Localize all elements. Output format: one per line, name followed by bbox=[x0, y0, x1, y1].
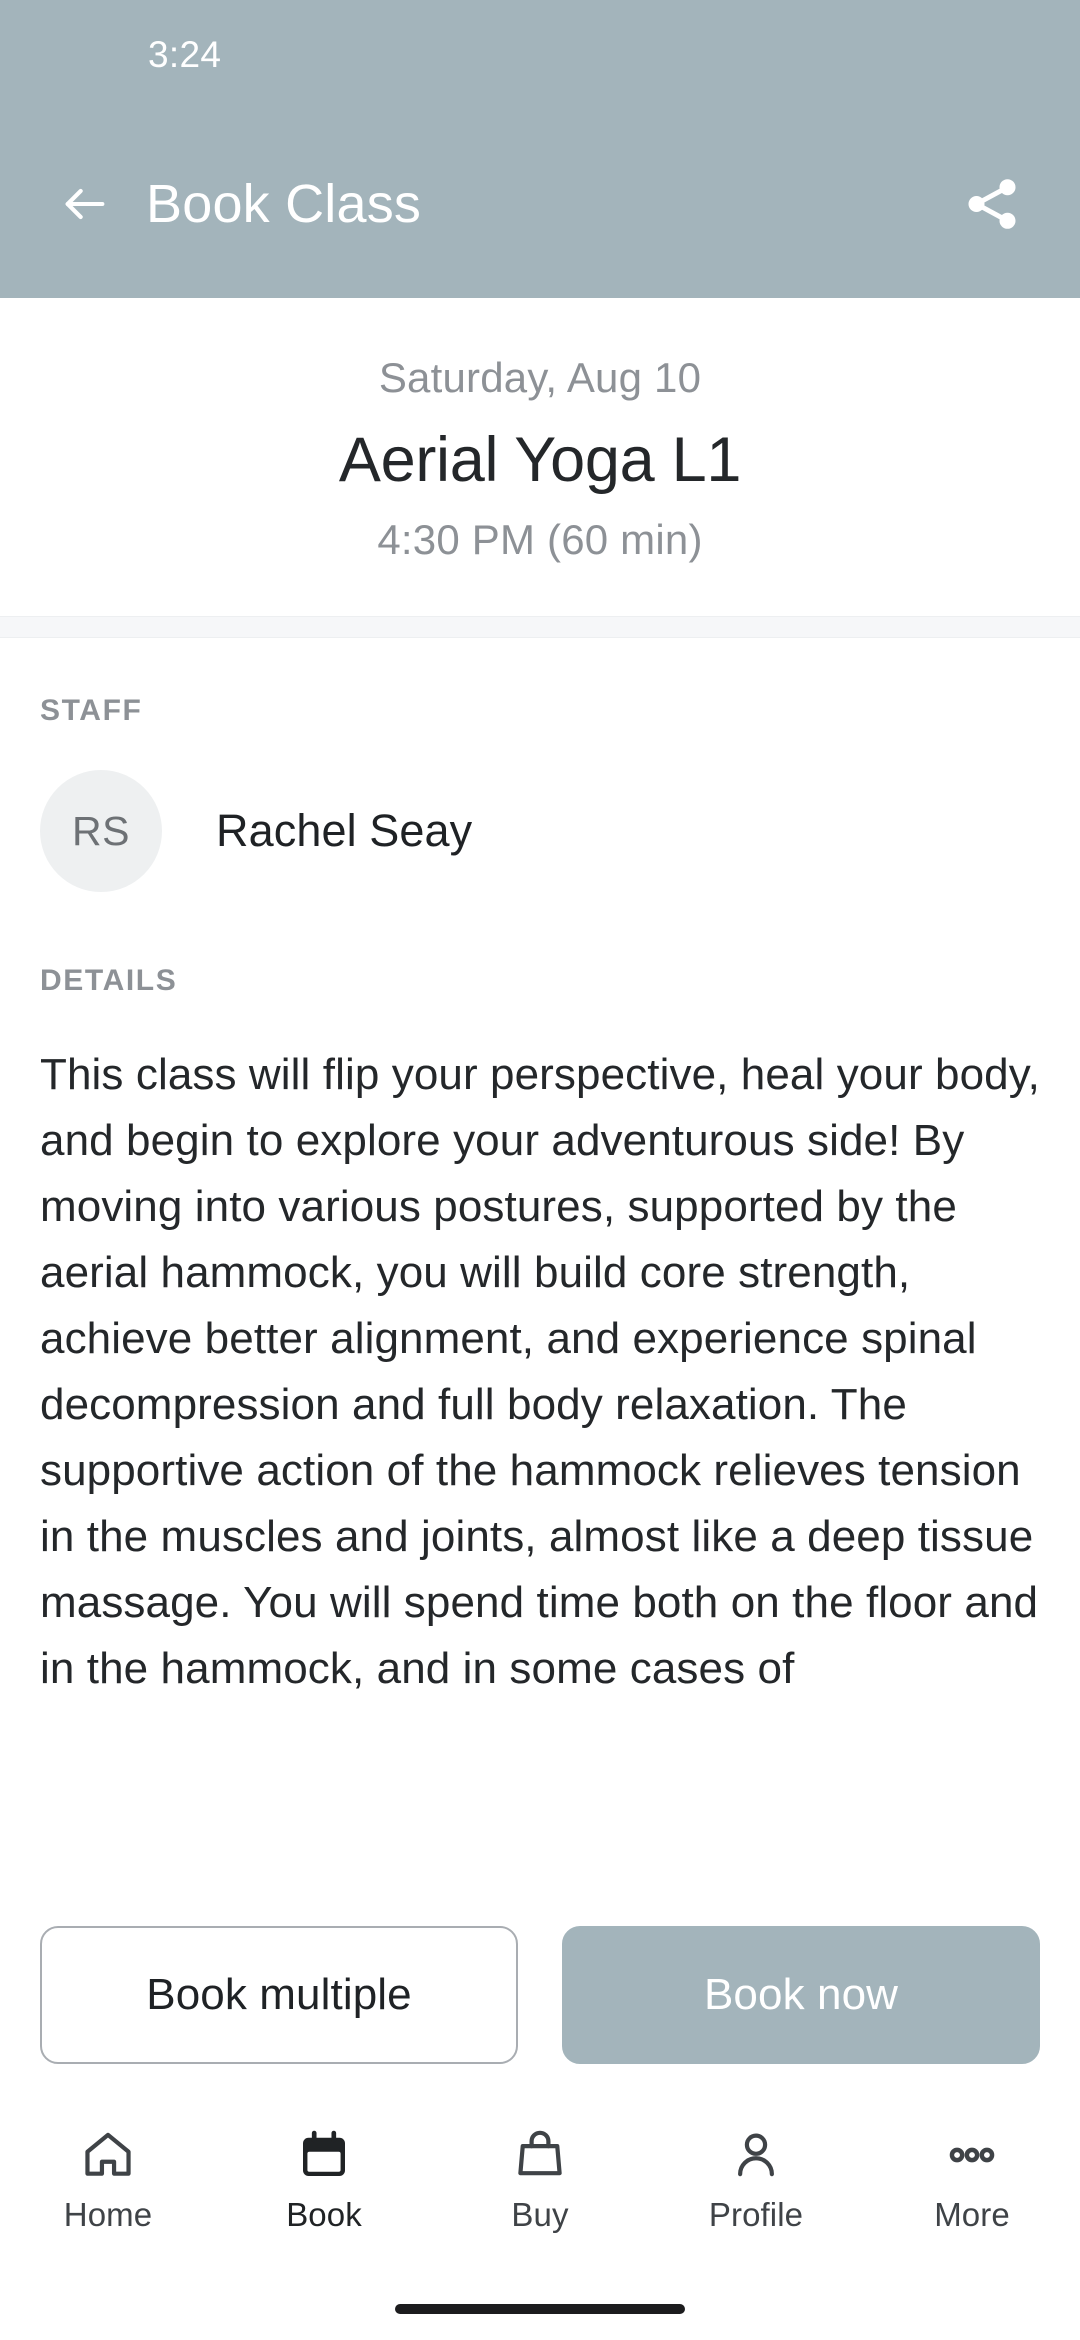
share-icon bbox=[968, 179, 1016, 229]
calendar-icon bbox=[296, 2124, 352, 2186]
nav-item-buy[interactable]: Buy bbox=[432, 2124, 648, 2234]
ellipsis-icon bbox=[944, 2124, 1000, 2186]
class-time: 4:30 PM (60 min) bbox=[377, 516, 703, 563]
nav-label-profile: Profile bbox=[708, 2196, 804, 2233]
home-indicator-area bbox=[0, 2278, 1080, 2340]
staff-name: Rachel Seay bbox=[216, 805, 473, 856]
page-title: Book Class bbox=[146, 174, 422, 234]
nav-label-more: More bbox=[934, 2196, 1010, 2233]
nav-item-more[interactable]: More bbox=[864, 2124, 1080, 2234]
nav-label-book: Book bbox=[286, 2196, 362, 2233]
person-icon bbox=[728, 2124, 784, 2186]
nav-label-buy: Buy bbox=[511, 2196, 569, 2233]
status-bar-clock: 3:24 bbox=[148, 34, 222, 75]
staff-section-label: STAFF bbox=[40, 694, 143, 727]
class-date: Saturday, Aug 10 bbox=[378, 354, 702, 401]
section-divider bbox=[0, 616, 1080, 638]
nav-item-home[interactable]: Home bbox=[0, 2124, 216, 2234]
back-button[interactable] bbox=[48, 167, 122, 241]
staff-list-item[interactable]: RS Rachel Seay bbox=[40, 770, 1040, 892]
book-class-screen: 3:24 Book Class Saturday, Aug 10 Aerial … bbox=[0, 0, 1080, 2340]
details-section-label: DETAILS bbox=[40, 964, 178, 997]
status-bar: 3:24 bbox=[0, 0, 1080, 110]
book-now-button[interactable]: Book now bbox=[562, 1926, 1040, 2064]
details-text: This class will flip your perspective, h… bbox=[40, 1050, 1040, 1693]
arrow-left-icon bbox=[65, 188, 105, 220]
share-button[interactable] bbox=[952, 164, 1032, 244]
class-summary: Saturday, Aug 10 Aerial Yoga L1 4:30 PM … bbox=[0, 298, 1080, 616]
bottom-navigation: Home Book Buy Profile More bbox=[0, 2098, 1080, 2278]
nav-label-home: Home bbox=[63, 2196, 153, 2233]
nav-item-profile[interactable]: Profile bbox=[648, 2124, 864, 2234]
class-details-scroll[interactable]: STAFF RS Rachel Seay DETAILS This class … bbox=[0, 638, 1080, 1900]
class-name: Aerial Yoga L1 bbox=[338, 425, 742, 495]
bag-icon bbox=[512, 2124, 568, 2186]
home-icon bbox=[80, 2124, 136, 2186]
avatar: RS bbox=[40, 770, 162, 892]
book-multiple-button[interactable]: Book multiple bbox=[40, 1926, 518, 2064]
nav-item-book[interactable]: Book bbox=[216, 2124, 432, 2234]
home-indicator[interactable] bbox=[395, 2304, 685, 2314]
app-bar: Book Class bbox=[0, 110, 1080, 298]
action-bar: Book multiple Book now bbox=[0, 1900, 1080, 2098]
